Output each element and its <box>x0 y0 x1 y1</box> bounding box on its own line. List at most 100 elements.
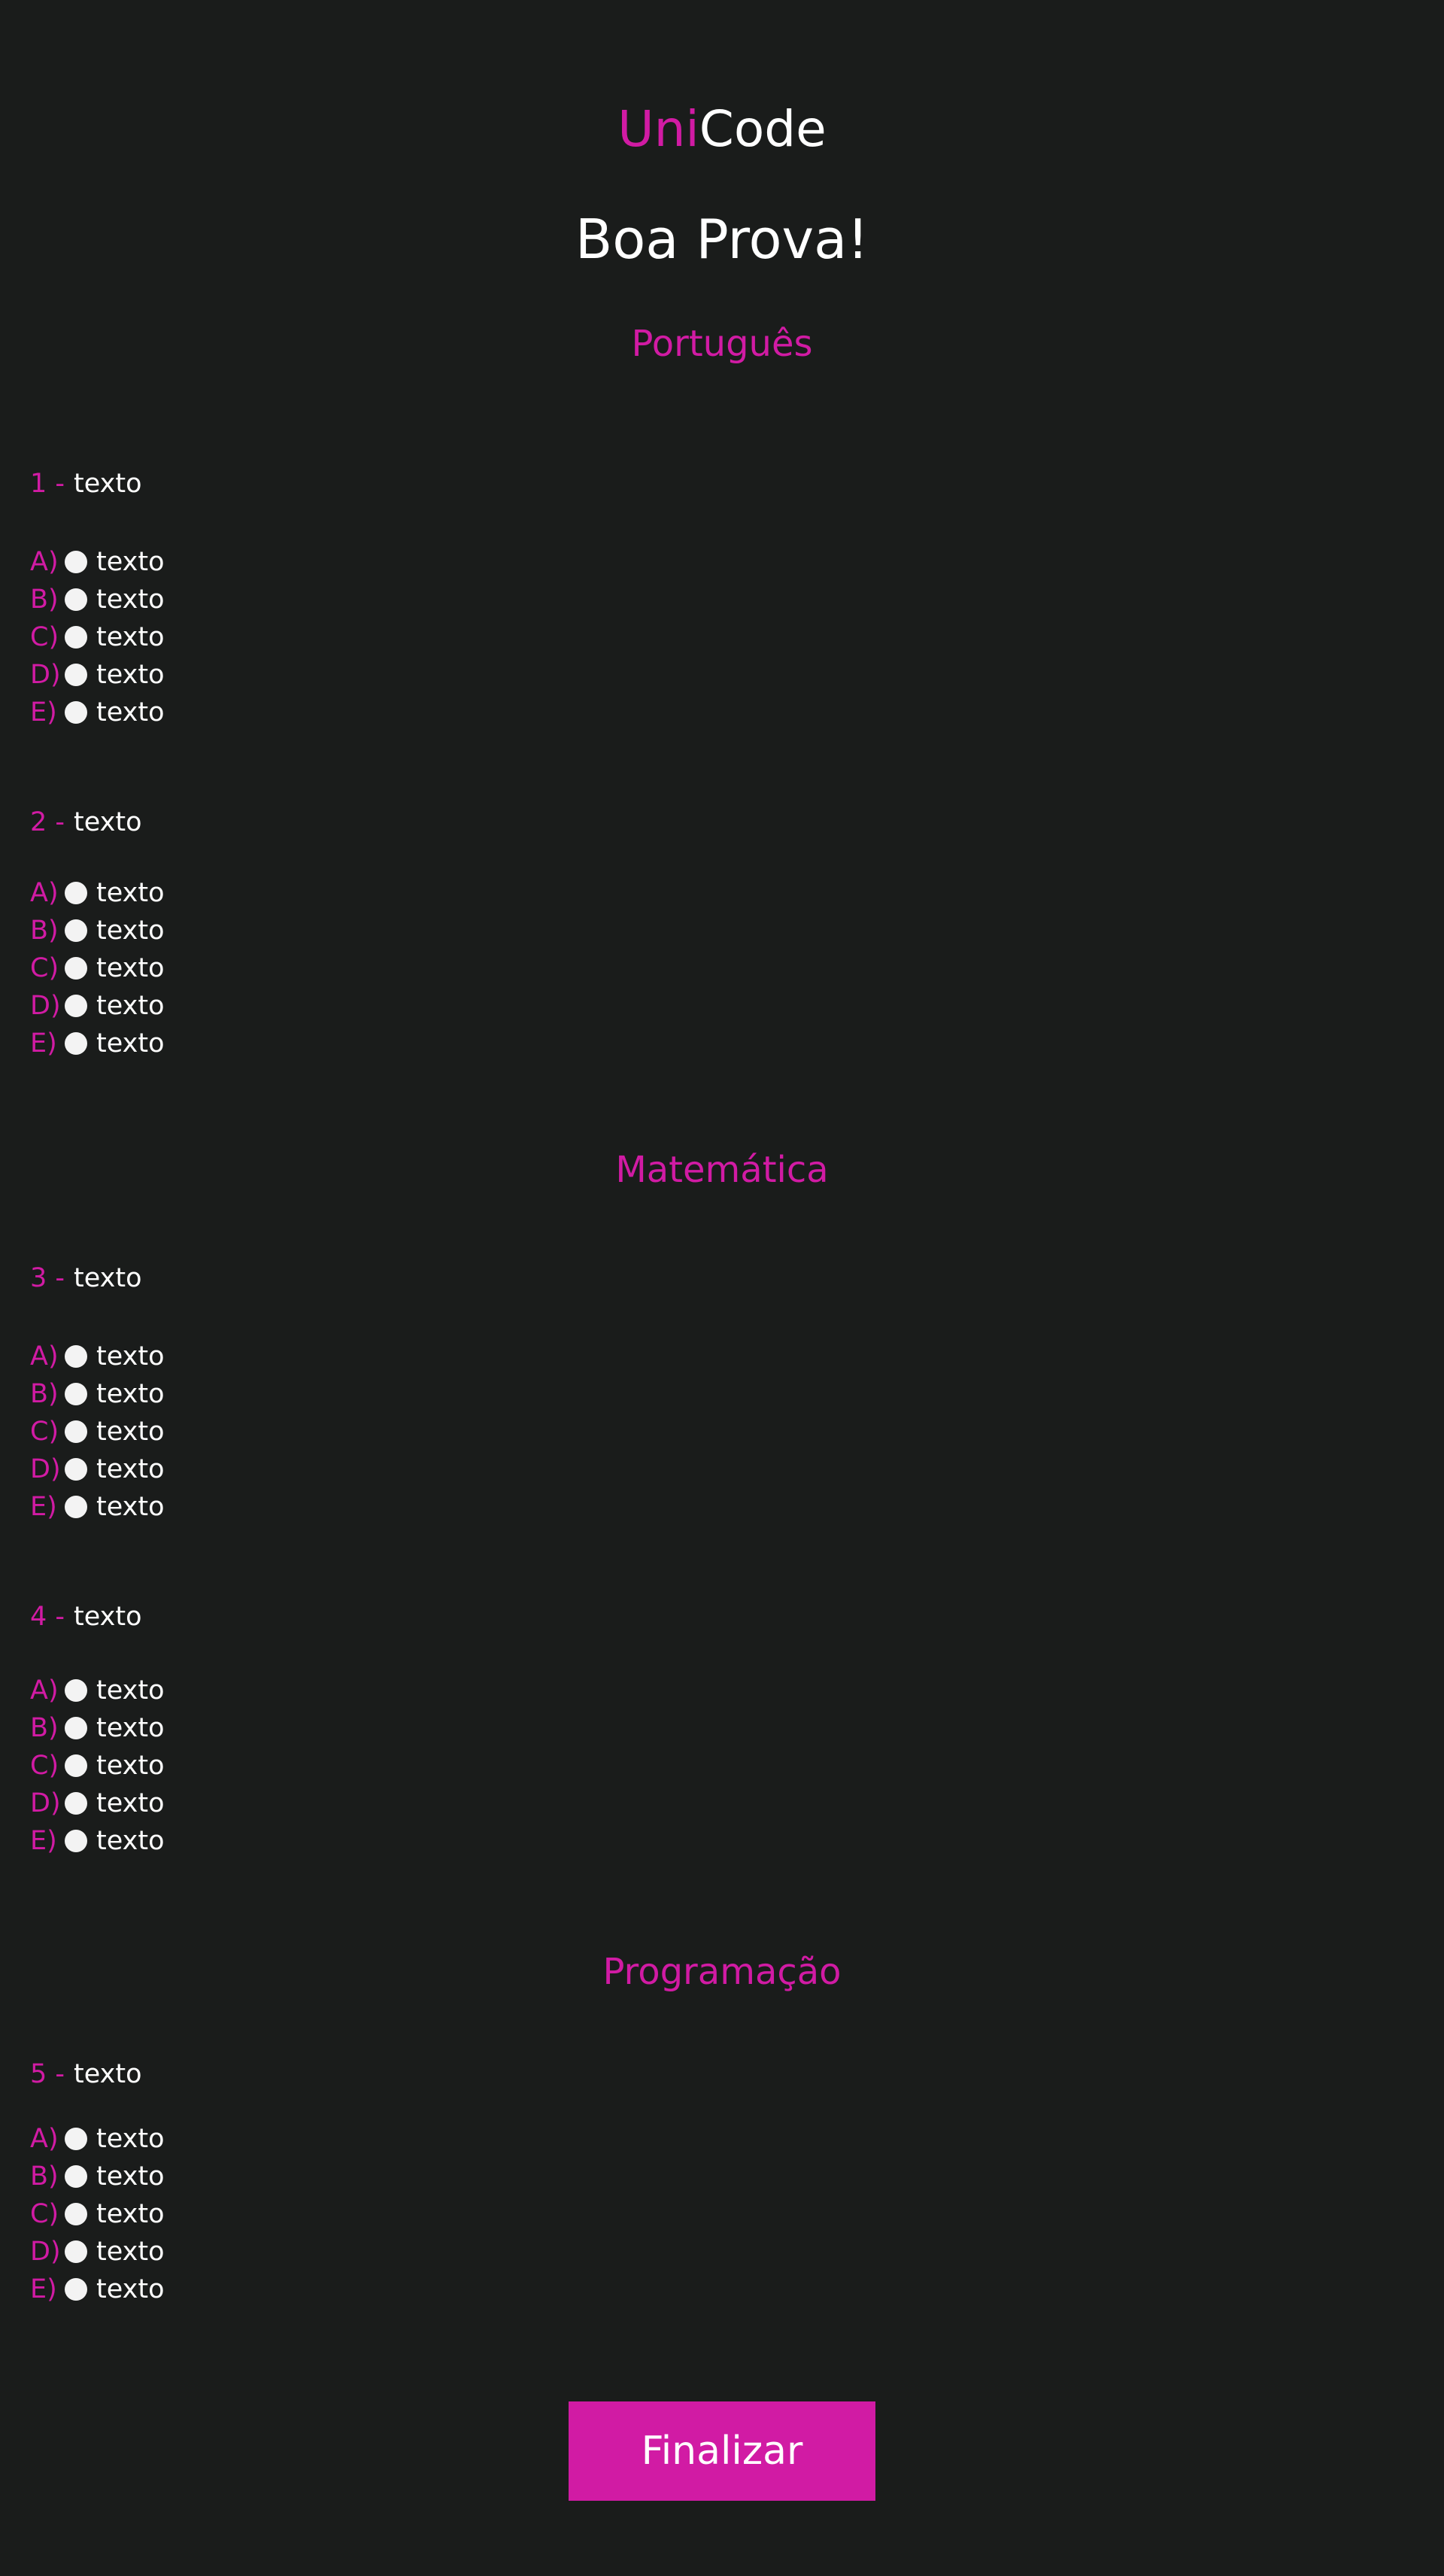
option-text: texto <box>96 1417 165 1447</box>
option-q4-c[interactable]: C) texto <box>30 1747 165 1785</box>
option-text: texto <box>96 697 165 728</box>
radio-button[interactable] <box>65 1754 87 1777</box>
question-number: 1 - <box>30 469 65 499</box>
question-1-options: A) texto B) texto C) texto D) texto E) texto <box>30 543 165 731</box>
question-text: texto <box>74 2059 142 2089</box>
option-q3-a[interactable]: A) texto <box>30 1338 165 1375</box>
radio-button[interactable] <box>65 2278 87 2301</box>
radio-button[interactable] <box>65 1792 87 1815</box>
option-text: texto <box>96 1341 165 1372</box>
option-letter: C) <box>30 622 59 652</box>
question-3-options: A) texto B) texto C) texto D) texto E) texto <box>30 1338 165 1526</box>
option-q2-b[interactable]: B) texto <box>30 912 165 949</box>
radio-button[interactable] <box>65 626 87 649</box>
radio-button[interactable] <box>65 701 87 724</box>
option-q1-a[interactable]: A) texto <box>30 543 165 581</box>
option-q2-d[interactable]: D) texto <box>30 987 165 1025</box>
question-5: 5 - texto <box>30 2055 142 2093</box>
option-q3-b[interactable]: B) texto <box>30 1375 165 1413</box>
option-q3-e[interactable]: E) texto <box>30 1488 165 1526</box>
radio-button[interactable] <box>65 551 87 573</box>
radio-button[interactable] <box>65 1458 87 1481</box>
radio-button[interactable] <box>65 2240 87 2263</box>
radio-button[interactable] <box>65 2165 87 2188</box>
radio-button[interactable] <box>65 1345 87 1368</box>
radio-button[interactable] <box>65 882 87 904</box>
option-q5-c[interactable]: C) texto <box>30 2195 165 2233</box>
radio-button[interactable] <box>65 664 87 686</box>
option-text: texto <box>96 1751 165 1781</box>
option-letter: A) <box>30 547 59 577</box>
radio-button[interactable] <box>65 1830 87 1852</box>
question-number: 3 - <box>30 1263 65 1293</box>
option-text: texto <box>96 1788 165 1818</box>
radio-button[interactable] <box>65 2128 87 2150</box>
option-text: texto <box>96 2124 165 2154</box>
option-text: texto <box>96 878 165 908</box>
radio-button[interactable] <box>65 1420 87 1443</box>
logo-uni: Uni <box>617 100 699 158</box>
option-letter: C) <box>30 1751 59 1781</box>
option-q2-a[interactable]: A) texto <box>30 874 165 912</box>
option-q2-e[interactable]: E) texto <box>30 1025 165 1062</box>
option-text: texto <box>96 1675 165 1706</box>
option-text: texto <box>96 2161 165 2192</box>
radio-button[interactable] <box>65 919 87 942</box>
radio-button[interactable] <box>65 1717 87 1739</box>
option-letter: C) <box>30 2199 59 2229</box>
option-letter: D) <box>30 2237 61 2267</box>
question-text: texto <box>74 1263 142 1293</box>
option-q4-a[interactable]: A) texto <box>30 1672 165 1709</box>
option-text: texto <box>96 991 165 1021</box>
option-q4-e[interactable]: E) texto <box>30 1822 165 1860</box>
option-q1-d[interactable]: D) texto <box>30 656 165 694</box>
radio-button[interactable] <box>65 957 87 980</box>
option-q5-b[interactable]: B) texto <box>30 2158 165 2195</box>
option-text: texto <box>96 1713 165 1743</box>
option-letter: D) <box>30 660 61 690</box>
radio-button[interactable] <box>65 588 87 611</box>
option-letter: C) <box>30 953 59 983</box>
question-3: 3 - texto <box>30 1259 142 1297</box>
option-q1-e[interactable]: E) texto <box>30 694 165 731</box>
radio-button[interactable] <box>65 1679 87 1702</box>
option-letter: A) <box>30 1675 59 1706</box>
radio-button[interactable] <box>65 1383 87 1405</box>
option-letter: B) <box>30 916 59 946</box>
option-text: texto <box>96 916 165 946</box>
question-4: 4 - texto <box>30 1598 142 1636</box>
section-title-portugues: Português <box>631 323 813 365</box>
question-number: 5 - <box>30 2059 65 2089</box>
radio-button[interactable] <box>65 1032 87 1055</box>
question-1: 1 - texto <box>30 465 142 503</box>
option-q5-e[interactable]: E) texto <box>30 2271 165 2308</box>
option-q5-d[interactable]: D) texto <box>30 2233 165 2271</box>
option-q2-c[interactable]: C) texto <box>30 949 165 987</box>
option-q4-b[interactable]: B) texto <box>30 1709 165 1747</box>
option-text: texto <box>96 1454 165 1484</box>
radio-button[interactable] <box>65 2203 87 2225</box>
option-letter: D) <box>30 1454 61 1484</box>
option-q5-a[interactable]: A) texto <box>30 2120 165 2158</box>
option-letter: E) <box>30 1826 57 1856</box>
option-q3-c[interactable]: C) texto <box>30 1413 165 1451</box>
option-q4-d[interactable]: D) texto <box>30 1785 165 1822</box>
option-letter: C) <box>30 1417 59 1447</box>
option-text: texto <box>96 2199 165 2229</box>
radio-button[interactable] <box>65 1496 87 1518</box>
finish-button[interactable]: Finalizar <box>569 2401 875 2501</box>
option-q1-c[interactable]: C) texto <box>30 618 165 656</box>
option-q1-b[interactable]: B) texto <box>30 581 165 618</box>
option-text: texto <box>96 2237 165 2267</box>
option-letter: A) <box>30 1341 59 1372</box>
option-text: texto <box>96 660 165 690</box>
option-letter: E) <box>30 1028 57 1059</box>
option-text: texto <box>96 1028 165 1059</box>
radio-button[interactable] <box>65 995 87 1017</box>
question-text: texto <box>74 1602 142 1632</box>
logo-code: Code <box>699 100 827 158</box>
page-title: Boa Prova! <box>575 208 869 271</box>
section-title-matematica: Matemática <box>615 1149 829 1191</box>
option-q3-d[interactable]: D) texto <box>30 1451 165 1488</box>
option-letter: B) <box>30 1379 59 1409</box>
